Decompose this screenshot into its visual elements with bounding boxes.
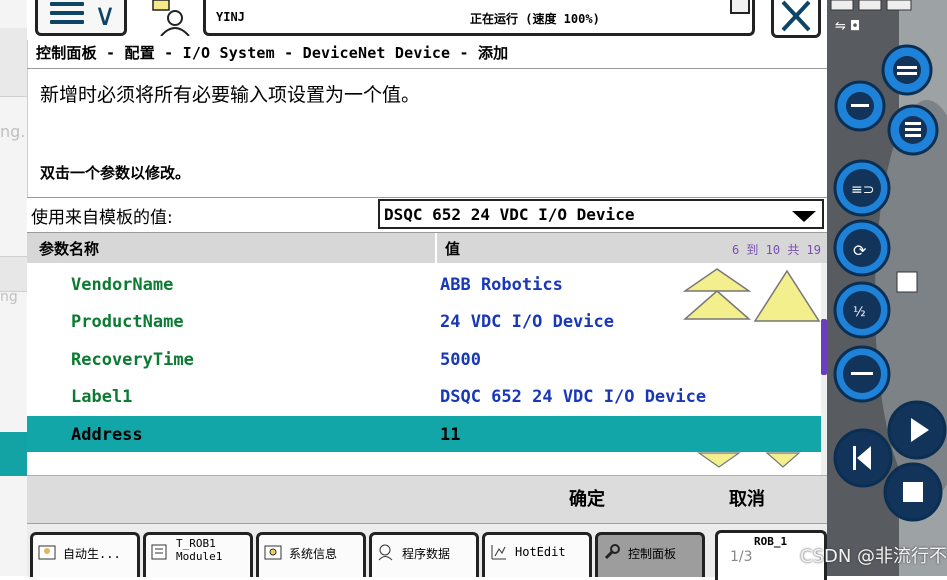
param-name: Label1 [71, 387, 133, 407]
task-system-info[interactable]: 系统信息 [256, 532, 366, 577]
column-separator [435, 233, 437, 263]
parameter-table: VendorName ABB Robotics ProductName 24 V… [27, 263, 821, 475]
table-row-selected[interactable]: Address 11 [27, 416, 821, 452]
program-editor-icon [151, 544, 167, 560]
column-header-name: 参数名称 [39, 240, 100, 258]
program-data-icon [378, 544, 393, 561]
template-dropdown[interactable]: DSQC 652 24 VDC I/O Device [378, 199, 824, 229]
table-row[interactable]: RecoveryTime 5000 [27, 341, 821, 377]
flexpendant-hardware-panel: ⇋ ◘ ≡⊃ ⟳ ½ [827, 0, 947, 576]
hotedit-icon [491, 545, 506, 560]
task-label: 程序数据 [402, 547, 451, 561]
scroll-up-icon[interactable] [753, 269, 821, 322]
svg-text:⇋ ◘: ⇋ ◘ [835, 19, 860, 34]
background-panel-block [0, 28, 27, 97]
action-bar: 确定 取消 [27, 475, 827, 524]
template-row: 使用来自模板的值: DSQC 652 24 VDC I/O Device [27, 197, 827, 233]
operator-user-icon[interactable] [147, 0, 195, 36]
task-label: 控制面板 [628, 547, 677, 561]
param-value: 24 VDC I/O Device [440, 312, 614, 332]
column-header-value: 值 [445, 240, 461, 258]
hw-minimize-button[interactable] [858, 0, 882, 11]
hw-window-button[interactable] [830, 0, 854, 11]
background-panel-block [0, 256, 27, 292]
app-icon [38, 545, 56, 560]
hardware-controls-graphic: ⇋ ◘ ≡⊃ ⟳ ½ [827, 0, 947, 576]
controller-user: YINJ [216, 10, 245, 24]
param-name: Address [71, 425, 143, 445]
task-label: 自动生... [63, 547, 121, 561]
background-window-strip: ng. ng [0, 0, 28, 576]
background-text-fragment: ng [0, 289, 18, 305]
param-value: DSQC 652 24 VDC I/O Device [440, 387, 707, 407]
svg-text:≡⊃: ≡⊃ [851, 182, 874, 198]
task-label: T_ROB1 Module1 [176, 537, 223, 563]
template-label: 使用来自模板的值: [31, 208, 173, 228]
close-icon [781, 0, 811, 32]
ok-button[interactable]: 确定 [547, 486, 627, 514]
instruction-message: 新增时必须将所有必要输入项设置为一个值。 [40, 84, 421, 106]
task-label: HotEdit [515, 545, 566, 559]
divider [27, 68, 827, 69]
run-status: 正在运行 (速度 100%) [470, 12, 600, 26]
hint-message: 双击一个参数以修改。 [40, 164, 191, 182]
param-value: 11 [440, 425, 461, 445]
scroll-down-icon[interactable] [765, 452, 801, 468]
taskbar: 自动生... T_ROB1 Module1 系统信息 程序数据 HotEdit … [27, 523, 827, 580]
scroll-up-arrows [683, 268, 821, 322]
watermark: CSDN @非流行不快乐 [800, 546, 947, 567]
status-info-box: YINJ 正在运行 (速度 100%) [203, 0, 755, 36]
page-down-icon[interactable] [697, 452, 741, 468]
template-selected-value: DSQC 652 24 VDC I/O Device [384, 205, 635, 224]
param-name: ProductName [71, 312, 184, 332]
task-program-data[interactable]: 程序数据 [369, 532, 479, 577]
chevron-down-icon: ∨ [94, 0, 116, 33]
task-auto-generate[interactable]: 自动生... [30, 532, 140, 577]
table-row[interactable]: Label1 DSQC 652 24 VDC I/O Device [27, 378, 821, 414]
table-header: 参数名称 值 6 到 10 共 19 [27, 233, 827, 263]
main-menu-button[interactable]: ∨ [35, 0, 127, 36]
fraction-label: 1/3 [730, 549, 753, 565]
status-flag-icon [730, 0, 750, 14]
robot-name: ROB_1 [754, 535, 788, 548]
scroll-down-arrows [697, 452, 801, 468]
task-control-panel[interactable]: 控制面板 [595, 532, 705, 577]
top-header: ∨ YINJ 正在运行 (速度 100%) [27, 0, 827, 40]
background-selection-block [0, 432, 27, 476]
page-range: 6 到 10 共 19 [731, 243, 821, 257]
task-label: 系统信息 [289, 547, 338, 561]
cancel-button[interactable]: 取消 [707, 486, 787, 514]
param-value: ABB Robotics [440, 275, 563, 295]
dropdown-arrow-icon [792, 211, 816, 222]
background-text-fragment: ng. [0, 122, 26, 141]
system-info-icon [264, 545, 282, 560]
task-t-rob1-module1[interactable]: T_ROB1 Module1 [143, 532, 253, 577]
param-value: 5000 [440, 350, 481, 370]
param-name: VendorName [71, 275, 174, 295]
svg-text:½: ½ [853, 305, 866, 320]
svg-text:⟳: ⟳ [853, 241, 867, 260]
page-up-icon[interactable] [683, 268, 752, 320]
close-button[interactable] [771, 0, 821, 38]
breadcrumb: 控制面板 - 配置 - I/O System - DeviceNet Devic… [36, 44, 509, 62]
param-name: RecoveryTime [71, 350, 194, 370]
task-hotedit[interactable]: HotEdit [482, 532, 592, 577]
hw-close-button[interactable] [886, 0, 912, 11]
wrench-icon [604, 544, 620, 560]
hamburger-icon [50, 2, 84, 29]
